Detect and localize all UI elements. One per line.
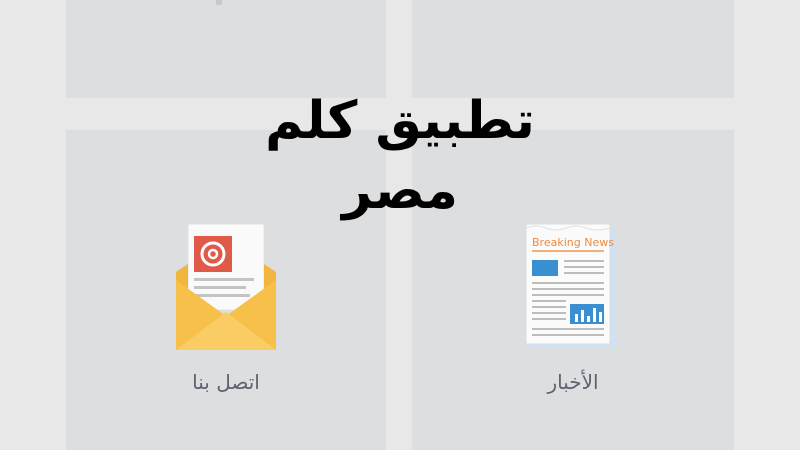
menu-tile-top-left[interactable] [66,0,386,98]
contact-us-label: اتصل بنا [192,370,260,394]
partial-icon-remnant [216,0,222,5]
breaking-news-icon-text: Breaking News [532,236,614,249]
envelope-email-icon [176,223,276,350]
breaking-news-newspaper-icon: Breaking News [525,223,616,348]
news-label: الأخبار [547,370,599,394]
menu-tile-top-right[interactable] [412,0,734,98]
app-title: تطبيق كلم مصر [265,91,535,221]
